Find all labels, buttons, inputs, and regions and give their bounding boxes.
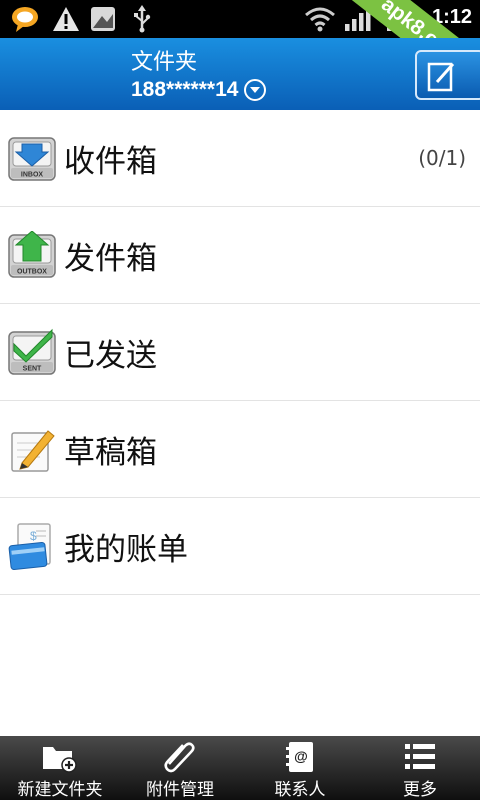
- folder-label-sent: 已发送: [64, 338, 157, 374]
- folder-item-inbox[interactable]: INBOX 收件箱 (0/1): [0, 110, 480, 207]
- svg-text:@: @: [294, 748, 308, 764]
- folder-label-bills: 我的账单: [64, 532, 188, 568]
- more-label: 更多: [403, 780, 437, 800]
- folder-item-sent[interactable]: SENT 已发送: [0, 304, 480, 401]
- new-folder-label: 新建文件夹: [17, 780, 103, 800]
- page-title: 文件夹: [131, 50, 198, 75]
- account-name: 188******14: [131, 78, 239, 101]
- folder-label-drafts: 草稿箱: [64, 435, 157, 471]
- compose-icon: [427, 62, 455, 92]
- compose-button[interactable]: [415, 50, 480, 100]
- title-bar: 文件夹 188******14: [0, 38, 480, 110]
- warning-icon: [52, 5, 80, 33]
- contacts-label: 联系人: [274, 780, 326, 800]
- contacts-icon: @: [284, 740, 316, 773]
- folder-label-inbox: 收件箱: [64, 144, 157, 180]
- sent-icon-caption: SENT: [23, 366, 42, 373]
- chat-notification-icon: [10, 5, 40, 33]
- outbox-icon: OUTBOX: [8, 230, 56, 279]
- usb-icon: [132, 5, 152, 33]
- bottom-toolbar: 新建文件夹 附件管理 @ 联系人 更多: [0, 736, 480, 800]
- paperclip-icon: [162, 740, 198, 773]
- inbox-icon-caption: INBOX: [21, 172, 44, 179]
- account-selector[interactable]: 188******14: [131, 78, 267, 102]
- status-bar: 1:12 apk8.com: [0, 0, 480, 38]
- attachment-manager-label: 附件管理: [146, 780, 214, 800]
- contacts-button[interactable]: @ 联系人: [240, 736, 360, 800]
- folder-label-outbox: 发件箱: [64, 241, 157, 277]
- folder-item-drafts[interactable]: 草稿箱: [0, 401, 480, 498]
- outbox-icon-caption: OUTBOX: [17, 269, 47, 276]
- new-folder-button[interactable]: 新建文件夹: [0, 736, 120, 800]
- bills-card-icon: $: [8, 522, 56, 571]
- svg-text:$: $: [30, 529, 37, 543]
- unread-count: (0/1): [418, 146, 466, 170]
- wifi-icon: [304, 5, 336, 33]
- folder-list: INBOX 收件箱 (0/1) OUTBOX 发件箱 SENT 已发送 草稿箱 …: [0, 110, 480, 595]
- new-folder-icon: [42, 740, 78, 773]
- chevron-down-icon: [244, 79, 267, 101]
- folder-item-bills[interactable]: $ 我的账单: [0, 498, 480, 595]
- more-button[interactable]: 更多: [360, 736, 480, 800]
- inbox-icon: INBOX: [8, 134, 56, 182]
- folder-item-outbox[interactable]: OUTBOX 发件箱: [0, 207, 480, 304]
- attachment-manager-button[interactable]: 附件管理: [120, 736, 240, 800]
- gallery-icon: [90, 5, 116, 33]
- drafts-pencil-icon: [8, 425, 56, 473]
- more-menu-icon: [404, 740, 436, 773]
- sent-icon: SENT: [8, 328, 56, 376]
